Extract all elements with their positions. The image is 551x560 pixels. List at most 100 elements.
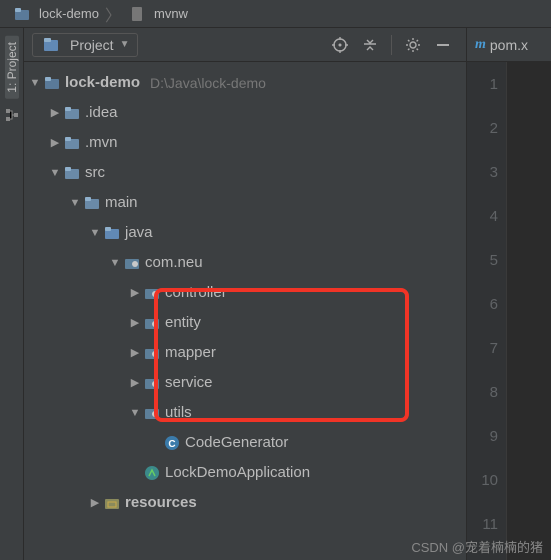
project-panel-header: Project ▼ (24, 28, 466, 62)
tree-item[interactable]: ▶ service (28, 368, 466, 398)
tree-label: src (85, 163, 105, 183)
tree-item[interactable]: ▶ entity (28, 308, 466, 338)
project-tree[interactable]: ▼ lock-demo D:\Java\lock-demo ▶ .idea ▶ .mvn… (24, 62, 466, 560)
tree-label: lock-demo (65, 73, 140, 93)
project-icon (43, 37, 59, 53)
tree-label: CodeGenerator (185, 433, 288, 453)
chevron-down-icon: ▼ (128, 406, 142, 420)
line-number: 1 (467, 62, 506, 106)
main-class-icon (144, 465, 160, 481)
maven-icon: m (475, 37, 486, 53)
class-icon: C (164, 435, 180, 451)
svg-text:C: C (168, 439, 175, 450)
file-icon (129, 6, 145, 22)
tree-item[interactable]: ▶ mapper (28, 338, 466, 368)
tree-item[interactable]: ▶ .idea (28, 98, 466, 128)
line-number: 5 (467, 238, 506, 282)
chevron-down-icon: ▼ (28, 76, 42, 90)
chevron-down-icon: ▼ (68, 196, 82, 210)
line-number: 2 (467, 106, 506, 150)
tree-item[interactable]: ▶ controller (28, 278, 466, 308)
breadcrumb-root-label: lock-demo (39, 6, 99, 21)
tree-label: utils (165, 403, 192, 423)
breadcrumb-root[interactable]: lock-demo (8, 6, 103, 22)
gear-icon[interactable] (404, 36, 422, 54)
chevron-right-icon: ▶ (128, 376, 142, 390)
tree-item[interactable]: C CodeGenerator (28, 428, 466, 458)
editor-tab-label: pom.x (490, 37, 528, 53)
module-folder-icon (14, 6, 30, 22)
tree-item[interactable]: ▼ java (28, 218, 466, 248)
module-folder-icon (44, 75, 60, 91)
folder-icon (64, 105, 80, 121)
line-number: 6 (467, 282, 506, 326)
source-folder-icon (104, 225, 120, 241)
chevron-down-icon: ▼ (108, 256, 122, 270)
tree-label: main (105, 193, 138, 213)
editor-content[interactable] (507, 62, 551, 560)
chevron-down-icon: ▼ (48, 166, 62, 180)
project-view-label: Project (70, 37, 114, 53)
line-number: 7 (467, 326, 506, 370)
tree-label: controller (165, 283, 227, 303)
folder-icon (64, 135, 80, 151)
line-number: 8 (467, 370, 506, 414)
divider (391, 35, 392, 55)
project-tool-tab[interactable]: 1: Project (5, 36, 19, 99)
tool-window-bar: 1: Project (0, 28, 24, 560)
chevron-right-icon: ▶ (128, 346, 142, 360)
tree-item[interactable]: ▶ resources (28, 488, 466, 518)
chevron-right-icon: 〉 (105, 2, 121, 26)
chevron-right-icon: ▶ (128, 316, 142, 330)
tree-item[interactable]: ▶ .mvn (28, 128, 466, 158)
tree-path: D:\Java\lock-demo (150, 74, 266, 92)
line-number: 9 (467, 414, 506, 458)
watermark: CSDN @宠着楠楠的猪 (411, 537, 543, 556)
tree-label: resources (125, 493, 197, 513)
package-icon (144, 405, 160, 421)
tree-label: com.neu (145, 253, 203, 273)
tree-item[interactable]: ▼ main (28, 188, 466, 218)
project-panel: Project ▼ ▼ lock-demo D:\Java\lock-demo ▶.… (24, 28, 467, 560)
resources-folder-icon (104, 495, 120, 511)
tree-label: mapper (165, 343, 216, 363)
breadcrumb-file[interactable]: mvnw (123, 6, 192, 22)
tree-label: .mvn (85, 133, 118, 153)
package-icon (144, 285, 160, 301)
minimize-icon[interactable] (434, 36, 452, 54)
folder-icon (64, 165, 80, 181)
locate-icon[interactable] (331, 36, 349, 54)
editor-tab[interactable]: m pom.x (467, 28, 551, 62)
tree-label: service (165, 373, 213, 393)
editor-area: m pom.x 1 2 3 4 5 6 7 8 9 10 11 (467, 28, 551, 560)
package-icon (144, 375, 160, 391)
project-view-selector[interactable]: Project ▼ (32, 33, 138, 57)
tree-label: entity (165, 313, 201, 333)
package-icon (124, 255, 140, 271)
line-number: 10 (467, 458, 506, 502)
tree-item[interactable]: ▼ com.neu (28, 248, 466, 278)
breadcrumb-bar: lock-demo 〉 mvnw (0, 0, 551, 28)
collapse-all-icon[interactable] (361, 36, 379, 54)
tree-label: java (125, 223, 153, 243)
chevron-right-icon: ▶ (88, 496, 102, 510)
tree-root[interactable]: ▼ lock-demo D:\Java\lock-demo (28, 68, 466, 98)
tree-label: LockDemoApplication (165, 463, 310, 483)
package-icon (144, 315, 160, 331)
breadcrumb-file-label: mvnw (154, 6, 188, 21)
dropdown-arrow-icon: ▼ (120, 39, 130, 50)
chevron-down-icon: ▼ (88, 226, 102, 240)
chevron-right-icon: ▶ (48, 136, 62, 150)
editor-gutter: 1 2 3 4 5 6 7 8 9 10 11 (467, 62, 507, 560)
tree-item[interactable]: ▼ utils (28, 398, 466, 428)
line-number: 3 (467, 150, 506, 194)
tree-item[interactable]: LockDemoApplication (28, 458, 466, 488)
folder-icon (84, 195, 100, 211)
tree-label: .idea (85, 103, 118, 123)
tree-item[interactable]: ▼ src (28, 158, 466, 188)
chevron-right-icon: ▶ (48, 106, 62, 120)
line-number: 4 (467, 194, 506, 238)
structure-icon[interactable] (4, 107, 20, 123)
chevron-right-icon: ▶ (128, 286, 142, 300)
package-icon (144, 345, 160, 361)
